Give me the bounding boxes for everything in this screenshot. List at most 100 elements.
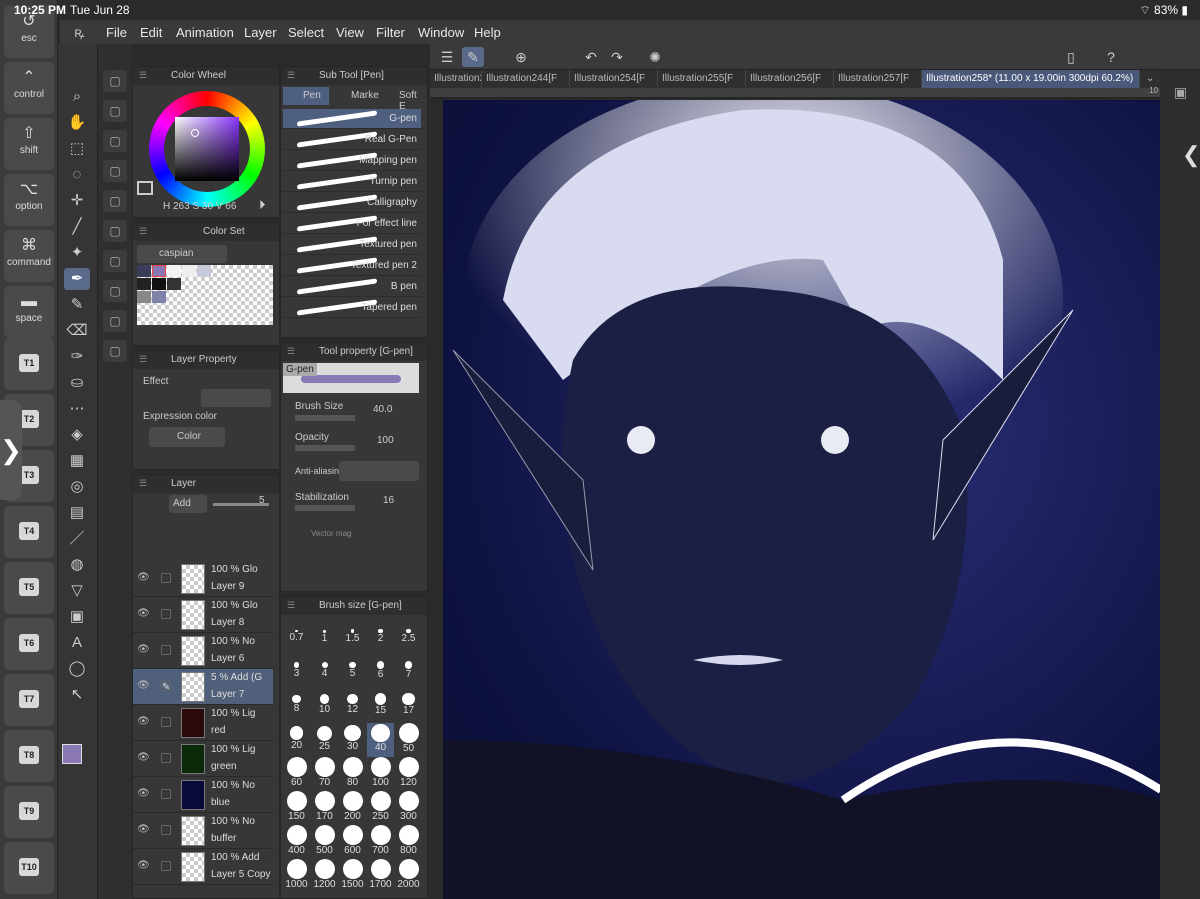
stabilization-value[interactable]: 16 <box>383 495 394 506</box>
layer-row[interactable]: 👁 100 % Glo Layer 8 <box>133 597 273 633</box>
menu-layer[interactable]: Layer <box>244 25 277 40</box>
swatch-5[interactable] <box>197 265 211 277</box>
palette-toggle-icon[interactable]: ▢ <box>103 70 127 92</box>
brush-size-option[interactable]: 2000 <box>395 859 422 893</box>
line-tool-icon[interactable]: ／ <box>64 528 90 550</box>
key-control[interactable]: ⌃ control <box>4 62 54 114</box>
palette-toggle-icon[interactable]: ▢ <box>103 130 127 152</box>
brush-size-option[interactable]: 20 <box>283 723 310 757</box>
visibility-eye-icon[interactable]: 👁 <box>137 824 153 836</box>
visibility-eye-icon[interactable]: 👁 <box>137 752 153 764</box>
brush-item[interactable]: B pen <box>283 277 421 297</box>
effect-buttons[interactable] <box>201 389 271 407</box>
layer-checkbox[interactable] <box>161 789 171 799</box>
swatch-10[interactable] <box>152 291 166 303</box>
brush-size-option[interactable]: 400 <box>283 825 310 859</box>
gradient-tool-icon[interactable]: ▤ <box>64 502 90 524</box>
visibility-eye-icon[interactable]: 👁 <box>137 572 153 584</box>
layer-row[interactable]: 👁 100 % No buffer <box>133 813 273 849</box>
redo-icon[interactable]: ↷ <box>606 47 628 67</box>
brush-size-option[interactable]: 40 <box>367 723 394 757</box>
brush-size-option[interactable]: 60 <box>283 757 310 791</box>
brush-item[interactable]: Turnip pen <box>283 172 421 192</box>
brush-size-option[interactable]: 5 <box>339 655 366 689</box>
swatch-8[interactable] <box>167 278 181 290</box>
opacity-slider[interactable] <box>295 445 355 451</box>
visibility-eye-icon[interactable]: 👁 <box>137 788 153 800</box>
document-tab-active[interactable]: Illustration258* (11.00 x 19.00in 300dpi… <box>922 70 1140 88</box>
visibility-eye-icon[interactable]: 👁 <box>137 608 153 620</box>
brush-size-option[interactable]: 25 <box>311 723 338 757</box>
layer-row[interactable]: 👁 100 % No Layer 6 <box>133 633 273 669</box>
layer-checkbox[interactable] <box>161 609 171 619</box>
brush-size-option[interactable]: 2 <box>367 621 394 655</box>
key-command[interactable]: ⌘ command <box>4 230 54 282</box>
brush-size-option[interactable]: 3 <box>283 655 310 689</box>
cursor-tool-icon[interactable]: ↖ <box>64 684 90 706</box>
layer-checkbox[interactable] <box>161 645 171 655</box>
main-color-chip[interactable] <box>62 744 82 764</box>
swatch-4[interactable] <box>182 265 196 277</box>
brush-size-option[interactable]: 12 <box>339 689 366 723</box>
expand-right-panel-chevron-icon[interactable]: ❮ <box>1182 142 1200 168</box>
brush-size-option[interactable]: 1500 <box>339 859 366 893</box>
brush-size-option[interactable]: 800 <box>395 825 422 859</box>
blend-mode-dropdown[interactable]: Add <box>169 495 207 513</box>
frame-tool-icon[interactable]: ▣ <box>64 606 90 628</box>
brush-size-value[interactable]: 40.0 <box>373 404 392 415</box>
sv-picker-handle[interactable] <box>191 129 199 137</box>
palette-toggle-icon[interactable]: ▢ <box>103 100 127 122</box>
brush-size-option[interactable]: 15 <box>367 689 394 723</box>
visibility-eye-icon[interactable]: 👁 <box>137 860 153 872</box>
anti-aliasing-selector[interactable] <box>339 461 419 481</box>
brush-size-option[interactable]: 300 <box>395 791 422 825</box>
swatch-2[interactable] <box>152 265 166 277</box>
menu-file[interactable]: File <box>106 25 127 40</box>
document-tab[interactable]: Illustration244[F <box>482 70 570 88</box>
brush-size-option[interactable]: 8 <box>283 689 310 723</box>
swatch-7[interactable] <box>152 278 166 290</box>
brush-size-option[interactable]: 200 <box>339 791 366 825</box>
menu-animation[interactable]: Animation <box>176 25 234 40</box>
document-tab[interactable]: Illustration254[F <box>570 70 658 88</box>
layer-checkbox[interactable] <box>161 753 171 763</box>
panel-toggle-icon[interactable]: ▣ <box>1174 84 1187 101</box>
grid-tool-icon[interactable]: ▦ <box>64 450 90 472</box>
brush-size-option[interactable]: 1000 <box>283 859 310 893</box>
text-tool-icon[interactable]: A <box>64 632 90 654</box>
main-color-swatch[interactable] <box>137 181 153 195</box>
brush-size-option[interactable]: 4 <box>311 655 338 689</box>
layer-row[interactable]: 👁 100 % Lig green <box>133 741 273 777</box>
menu-edit[interactable]: Edit <box>140 25 162 40</box>
new-icon[interactable]: ⊕ <box>510 47 532 67</box>
tool-key-t8[interactable]: T8 <box>4 730 54 782</box>
tool-key-t9[interactable]: T9 <box>4 786 54 838</box>
menu-help[interactable]: Help <box>474 25 501 40</box>
tool-key-t4[interactable]: T4 <box>4 506 54 558</box>
palette-toggle-icon[interactable]: ▢ <box>103 250 127 272</box>
brush-size-option[interactable]: 600 <box>339 825 366 859</box>
document-tab[interactable]: Illustration251[F <box>430 70 482 88</box>
visibility-eye-icon[interactable]: 👁 <box>137 716 153 728</box>
palette-toggle-icon[interactable]: ▢ <box>103 280 127 302</box>
tool-key-t1[interactable]: T1 <box>4 338 54 390</box>
brush-item[interactable]: Textured pen 2 <box>283 256 421 276</box>
palette-toggle-icon[interactable]: ▢ <box>103 340 127 362</box>
fill-tool-icon[interactable]: ⛀ <box>64 372 90 394</box>
brush-size-option[interactable]: 500 <box>311 825 338 859</box>
key-shift[interactable]: ⇧ shift <box>4 118 54 170</box>
loading-icon[interactable]: ✺ <box>644 47 666 67</box>
hand-tool-icon[interactable]: ✋ <box>64 112 90 134</box>
brush-size-option[interactable]: 6 <box>367 655 394 689</box>
swatch-6[interactable] <box>137 278 151 290</box>
eyedropper-tool-icon[interactable]: ╱ <box>64 216 90 238</box>
dots-tool-icon[interactable]: ⋯ <box>64 398 90 420</box>
visibility-eye-icon[interactable]: 👁 <box>137 644 153 656</box>
brush-size-slider[interactable] <box>295 415 355 421</box>
brush-item[interactable]: Real G-Pen <box>283 130 421 150</box>
brush-tool-icon[interactable]: ✑ <box>64 346 90 368</box>
help-icon[interactable]: ? <box>1100 47 1122 67</box>
brush-size-option[interactable]: 70 <box>311 757 338 791</box>
swatch-1[interactable] <box>137 265 151 277</box>
brush-size-option[interactable]: 0.7 <box>283 621 310 655</box>
